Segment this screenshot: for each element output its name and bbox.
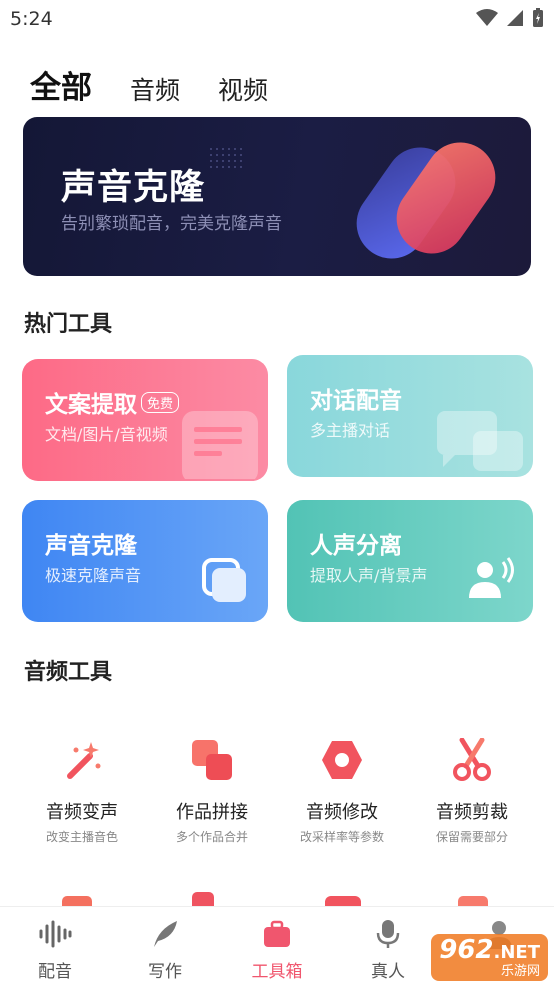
card-dialogue-dubbing[interactable]: 对话配音 多主播对话: [287, 355, 533, 477]
microphone-icon: [376, 920, 400, 948]
wifi-icon: [476, 9, 498, 26]
next-tools-row-partial: [0, 888, 554, 908]
card-subtitle: 极速克隆声音: [45, 566, 142, 585]
tool-audio-trim[interactable]: 音频剪裁 保留需要部分: [407, 737, 537, 845]
status-time: 5:24: [10, 8, 53, 30]
watermark-suffix: .NET: [493, 942, 540, 964]
tab-all[interactable]: 全部: [30, 62, 92, 121]
magic-wand-icon: [67, 742, 101, 779]
tool-title: 作品拼接: [176, 802, 248, 823]
tool-audio-modify[interactable]: 音频修改 改采样率等参数: [277, 738, 407, 845]
scissors-icon: [453, 737, 491, 781]
hot-tools-title: 热门工具: [24, 312, 113, 337]
banner-pill-graphic: [356, 142, 496, 259]
chat-bubbles-icon: [437, 411, 523, 471]
tool-subtitle: 保留需要部分: [435, 830, 508, 844]
card-vocal-separation[interactable]: 人声分离 提取人声/背景声: [287, 500, 533, 622]
nav-label: 写作: [148, 962, 182, 982]
tool-subtitle: 多个作品合并: [175, 830, 248, 844]
audio-tools-title: 音频工具: [24, 660, 113, 685]
site-watermark: 962.NET 乐游网: [431, 934, 548, 981]
card-title-text: 文案提取: [45, 392, 137, 418]
nav-label: 工具箱: [251, 962, 303, 982]
status-icons: [476, 8, 544, 28]
tool-subtitle: 改采样率等参数: [299, 830, 384, 844]
card-subtitle: 多主播对话: [310, 421, 391, 440]
toolbox-icon: [264, 920, 290, 947]
card-title: 声音克隆: [45, 533, 137, 559]
nav-label: 配音: [38, 962, 72, 982]
watermark-brand: 962: [439, 935, 494, 966]
tool-title: 音频变声: [46, 802, 118, 823]
tab-video[interactable]: 视频: [218, 71, 268, 107]
card-text-extract[interactable]: 文案提取 免费 文档/图片/音视频: [22, 359, 268, 481]
tool-title: 音频剪裁: [436, 802, 508, 823]
tool-merge-works[interactable]: 作品拼接 多个作品合并: [147, 738, 277, 845]
banner-subtitle: 告别繁琐配音，完美克隆声音: [61, 214, 282, 234]
nav-label: 真人: [371, 962, 405, 982]
free-badge: 免费: [141, 392, 180, 413]
category-tabs: 全部 音频 视频: [30, 62, 268, 121]
card-voice-clone[interactable]: 声音克隆 极速克隆声音: [22, 500, 268, 622]
battery-icon: [533, 8, 543, 27]
banner-dots-decoration: [210, 148, 242, 168]
feather-icon: [154, 921, 177, 947]
person-voice-icon: [469, 557, 514, 598]
bottom-nav: 配音 写作 工具箱 真人 962.NET 乐游网: [0, 906, 554, 985]
hexagon-nut-icon: [322, 741, 362, 779]
card-subtitle: 文档/图片/音视频: [45, 425, 168, 444]
card-subtitle: 提取人声/背景声: [310, 566, 428, 585]
card-title: 文案提取 免费: [45, 385, 180, 419]
card-title: 对话配音: [310, 388, 402, 414]
status-bar: 5:24: [0, 0, 554, 40]
tab-audio[interactable]: 音频: [130, 71, 180, 107]
merge-squares-icon: [192, 740, 232, 780]
tool-voice-changer[interactable]: 音频变声 改变主播音色: [17, 738, 147, 845]
nav-dubbing[interactable]: 配音: [0, 907, 110, 982]
nav-toolbox[interactable]: 工具箱: [222, 907, 332, 982]
voice-clone-banner[interactable]: 声音克隆 告别繁琐配音，完美克隆声音: [23, 117, 531, 276]
nav-writing[interactable]: 写作: [110, 907, 220, 982]
waveform-icon: [39, 920, 72, 948]
card-title: 人声分离: [310, 533, 402, 559]
document-icon: [182, 411, 258, 479]
tool-title: 音频修改: [306, 802, 378, 823]
watermark-site: 乐游网: [500, 963, 540, 979]
signal-icon: [507, 10, 523, 26]
tool-subtitle: 改变主播音色: [45, 830, 118, 844]
banner-title: 声音克隆: [61, 168, 206, 208]
nav-real-person[interactable]: 真人: [333, 907, 443, 982]
clone-squares-icon: [202, 558, 246, 602]
